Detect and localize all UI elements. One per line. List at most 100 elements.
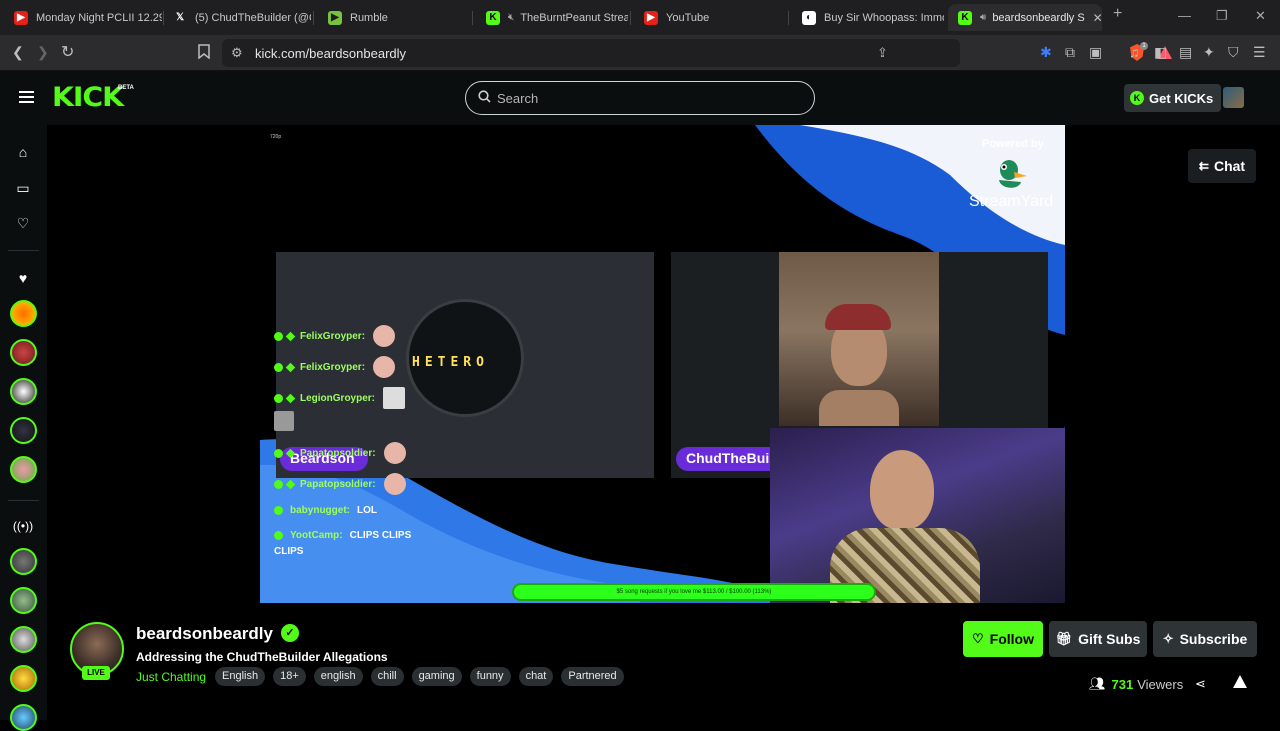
tag[interactable]: funny <box>469 667 511 686</box>
extensions-icon[interactable]: ⧉ <box>1065 44 1075 61</box>
browser-tab[interactable]: ▶ Rumble <box>318 4 468 31</box>
tab-title: YouTube <box>666 11 710 24</box>
back-icon[interactable]: ❮ <box>12 44 24 61</box>
chat-toggle-button[interactable]: ⇇ Chat <box>1188 149 1256 183</box>
leo-ai-icon[interactable]: ✦ <box>1203 44 1215 61</box>
url-text[interactable]: kick.com/beardsonbeardly <box>255 46 406 61</box>
overlay-chat-line: FelixGroyper: <box>274 356 396 378</box>
followed-channel-avatar[interactable] <box>10 378 37 405</box>
restore-icon[interactable]: ❐ <box>1216 8 1228 24</box>
browse-icon[interactable]: ▭ <box>14 179 32 197</box>
browser-tab-strip: ▶ Monday Night PCLII 12.29 𝕏 (5) ChudThe… <box>0 0 1280 35</box>
media-icon[interactable]: ♫ <box>1129 44 1140 60</box>
badge-icon <box>285 362 296 372</box>
tag[interactable]: English <box>215 667 266 686</box>
followed-channel-avatar[interactable] <box>10 339 37 366</box>
tag[interactable]: english <box>313 667 363 686</box>
sparkle-icon: ✧ <box>1162 631 1174 646</box>
beanie <box>825 304 891 330</box>
minimize-icon[interactable]: — <box>1178 8 1191 23</box>
get-kicks-button[interactable]: K Get KICKs <box>1124 84 1222 112</box>
new-tab-button[interactable]: + <box>1113 5 1122 23</box>
badge-icon <box>285 479 296 489</box>
followed-channel-avatar[interactable] <box>10 417 37 444</box>
follow-button[interactable]: ♡ Follow <box>963 621 1043 657</box>
get-kicks-label: Get KICKs <box>1149 90 1214 106</box>
kicks-coin-icon: K <box>1130 91 1144 105</box>
gift-icon: 🎁︎ <box>1055 631 1073 646</box>
tab-title: Buy Sir Whoopass: Immo <box>824 11 944 24</box>
donation-goal-bar: $5 song requests if you love me $113.00 … <box>512 583 876 601</box>
muted-icon[interactable]: 🔇︎ <box>508 12 514 23</box>
host-camera <box>770 428 1065 603</box>
hamburger-menu-icon[interactable] <box>19 91 34 103</box>
youtube-icon: ▶ <box>14 10 28 25</box>
browser-tab[interactable]: ▶ Monday Night PCLII 12.29 <box>4 4 162 31</box>
recommended-channel-avatar[interactable] <box>10 587 37 614</box>
badge-icon <box>274 393 283 403</box>
badge-icon <box>274 531 283 540</box>
tag[interactable]: chill <box>370 667 404 686</box>
emote-icon <box>383 473 406 495</box>
tag[interactable]: 18+ <box>273 667 306 686</box>
shields-count-badge: 1 <box>1140 42 1148 50</box>
site-icon: ◐ <box>802 10 816 25</box>
stream-player[interactable]: 720p Powered by StreamYard HETERO Beards… <box>47 125 1280 605</box>
kick-logo[interactable]: KICK <box>52 84 124 111</box>
audio-playing-icon[interactable]: 🔊︎ <box>980 12 986 23</box>
gift-subs-button[interactable]: 🎁︎ Gift Subs <box>1049 621 1147 657</box>
browser-tab[interactable]: K 🔇︎ TheBurntPeanut Strea <box>476 4 628 31</box>
youtube-icon: ▶ <box>644 10 658 25</box>
live-badge: LIVE <box>82 666 110 680</box>
bookmark-icon[interactable] <box>198 44 210 62</box>
recommended-channel-avatar[interactable] <box>10 704 37 731</box>
vpn-icon[interactable]: ✱ <box>1040 44 1052 61</box>
video-frame[interactable]: 720p Powered by StreamYard HETERO Beards… <box>260 125 1065 603</box>
donation-goal-text: $5 song requests if you love me $113.00 … <box>616 589 772 595</box>
viewer-number: 731 <box>1111 676 1134 692</box>
tag[interactable]: chat <box>518 667 554 686</box>
following-icon[interactable]: ♡ <box>14 214 32 232</box>
sidebar-icon[interactable]: ◧ <box>1154 44 1167 61</box>
share-icon[interactable]: ⋖ <box>1195 676 1206 692</box>
badge-icon <box>274 331 283 341</box>
tag[interactable]: gaming <box>411 667 462 686</box>
home-icon[interactable]: ⌂ <box>14 143 32 161</box>
expand-chat-icon: ⇇ <box>1198 159 1209 173</box>
tab-title: TheBurntPeanut Strea <box>520 11 628 24</box>
x-logo-icon: 𝕏 <box>175 12 185 23</box>
browser-tab-active[interactable]: K 🔊︎ beardsonbeardly S ✕ <box>948 4 1102 31</box>
followed-channel-avatar[interactable] <box>10 300 37 327</box>
user-avatar[interactable] <box>1223 87 1244 108</box>
close-tab-icon[interactable]: ✕ <box>1085 11 1102 25</box>
kick-icon: K <box>958 10 972 25</box>
vpn-shield-icon[interactable]: ⛉ <box>1228 44 1239 61</box>
close-window-icon[interactable]: ✕ <box>1255 8 1266 24</box>
host-face <box>870 450 934 530</box>
browser-tab[interactable]: ◐ Buy Sir Whoopass: Immo <box>792 4 944 31</box>
tab-manager-icon[interactable]: ▤ <box>1179 44 1192 61</box>
subscribe-button[interactable]: ✧ Subscribe <box>1153 621 1257 657</box>
channel-name[interactable]: beardsonbeardly <box>136 624 273 644</box>
address-bar[interactable]: ⚙︎ kick.com/beardsonbeardly ⇪ 1 <box>222 39 1172 67</box>
share-page-icon[interactable]: ⇪ <box>877 45 888 61</box>
overlay-chat-line: YootCamp: CLIPS CLIPS <box>274 530 411 541</box>
recommended-channel-avatar[interactable] <box>10 548 37 575</box>
stream-category[interactable]: Just Chatting <box>136 670 206 684</box>
overlay-chat-wrap: CLIPS <box>274 546 304 557</box>
menu-icon[interactable]: ☰ <box>1253 44 1266 61</box>
tag[interactable]: Partnered <box>561 667 624 686</box>
browser-tab[interactable]: 𝕏 (5) ChudTheBuilder (@Ch <box>163 4 311 31</box>
wallet-icon[interactable]: ▣ <box>1089 44 1102 61</box>
followed-channel-avatar[interactable] <box>10 456 37 483</box>
search-input[interactable]: Search <box>465 81 815 115</box>
site-settings-icon[interactable]: ⚙︎ <box>231 45 243 61</box>
forward-icon[interactable]: ❯ <box>37 44 49 61</box>
viewer-label: Viewers <box>1137 676 1184 692</box>
powered-by-label: Powered by <box>982 138 1044 150</box>
reload-icon[interactable]: ↻ <box>61 42 74 62</box>
recommended-channel-avatar[interactable] <box>10 626 37 653</box>
report-icon[interactable] <box>1233 675 1247 688</box>
recommended-channel-avatar[interactable] <box>10 665 37 692</box>
browser-tab[interactable]: ▶ YouTube <box>634 4 786 31</box>
